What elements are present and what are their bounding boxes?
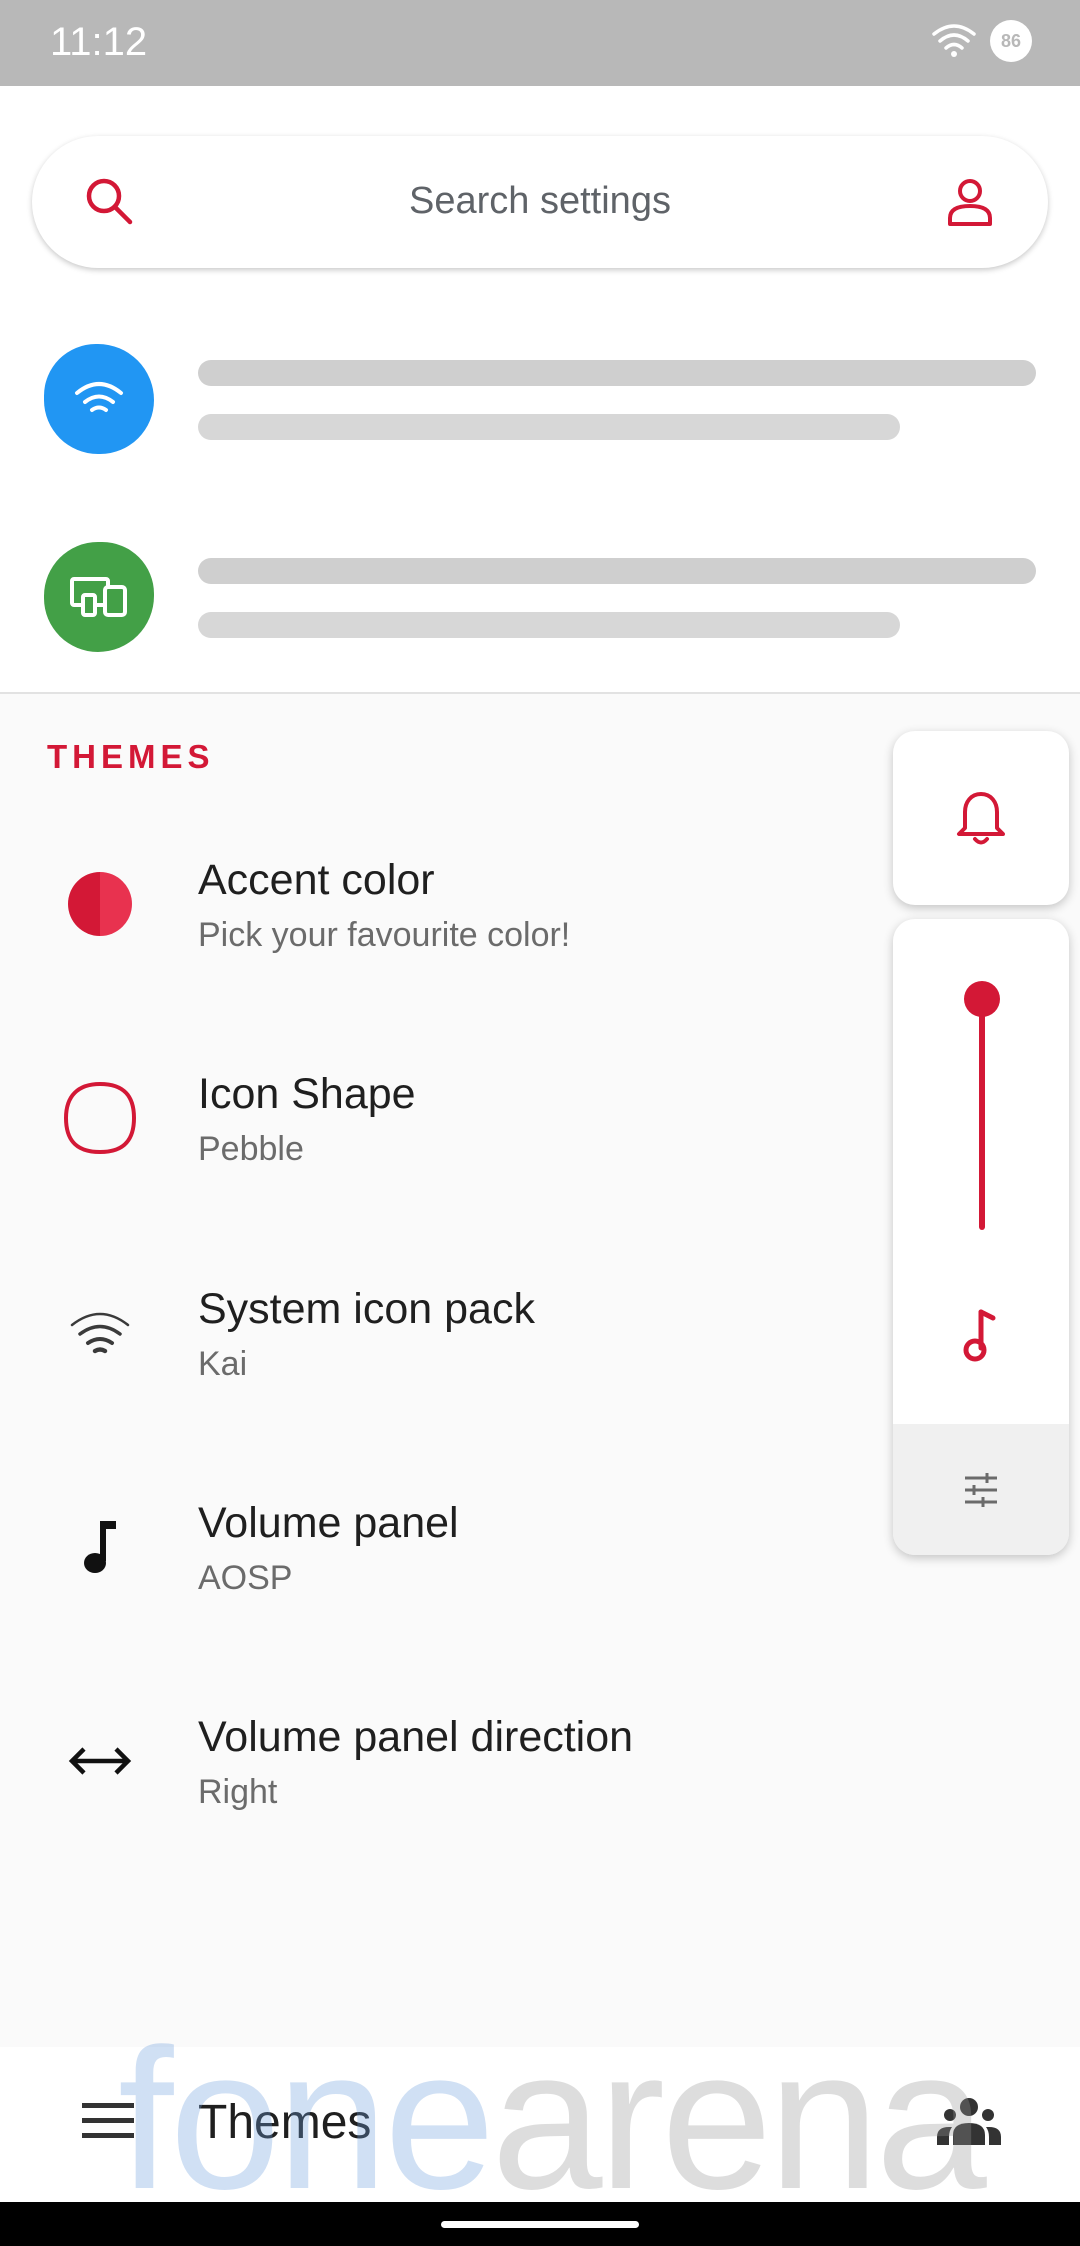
horizontal-arrows-icon (60, 1721, 140, 1801)
suggestion-placeholder-wifi[interactable] (0, 344, 1080, 464)
ringer-button[interactable] (893, 731, 1069, 905)
connected-devices-icon (44, 542, 154, 652)
menu-icon[interactable] (80, 2099, 136, 2143)
setting-subtitle: Pick your favourite color! (198, 916, 571, 954)
bell-icon (957, 792, 1005, 845)
section-header-themes: THEMES (47, 738, 215, 775)
wifi-icon (44, 344, 154, 454)
setting-title: Icon Shape (198, 1070, 416, 1118)
battery-level: 86 (1000, 30, 1022, 51)
status-bar: 11:12 86 (0, 0, 1080, 86)
volume-slider-thumb[interactable] (964, 981, 1000, 1017)
wifi-status-icon (932, 24, 976, 57)
setting-title: Volume panel direction (198, 1713, 634, 1761)
setting-accent-color[interactable]: Accent color Pick your favourite color! (0, 844, 870, 994)
setting-title: Accent color (198, 856, 435, 904)
accent-color-icon (60, 864, 140, 944)
setting-subtitle: Right (198, 1773, 278, 1811)
pebble-shape-icon (60, 1078, 140, 1158)
music-note-icon (60, 1507, 140, 1587)
setting-subtitle: Kai (198, 1345, 248, 1383)
volume-settings-button[interactable] (893, 1424, 1069, 1555)
setting-volume-panel[interactable]: Volume panel AOSP (0, 1487, 870, 1637)
volume-panel (893, 919, 1069, 1555)
music-note-icon[interactable] (951, 1304, 1011, 1364)
setting-title: System icon pack (198, 1285, 535, 1333)
sliders-icon (965, 1472, 997, 1507)
wifi-icon (60, 1293, 140, 1373)
page-title: Themes (198, 2096, 372, 2149)
status-time: 11:12 (50, 20, 148, 64)
account-icon[interactable] (942, 174, 998, 230)
setting-volume-panel-direction[interactable]: Volume panel direction Right (0, 1701, 870, 1851)
setting-subtitle: Pebble (198, 1130, 304, 1168)
volume-slider-track[interactable] (979, 999, 985, 1230)
setting-subtitle: AOSP (198, 1559, 293, 1597)
placeholder-line (198, 360, 1036, 386)
search-placeholder[interactable]: Search settings (32, 180, 1048, 223)
placeholder-line (198, 558, 1036, 584)
bottom-app-bar: Themes (0, 2047, 1080, 2202)
community-icon[interactable] (935, 2091, 1003, 2151)
setting-system-icon-pack[interactable]: System icon pack Kai (0, 1273, 870, 1423)
setting-icon-shape[interactable]: Icon Shape Pebble (0, 1058, 870, 1208)
placeholder-line (198, 414, 900, 440)
navigation-bar (0, 2202, 1080, 2246)
home-gesture-handle[interactable] (441, 2221, 639, 2228)
search-bar[interactable]: Search settings (32, 136, 1048, 268)
setting-title: Volume panel (198, 1499, 459, 1547)
placeholder-line (198, 612, 900, 638)
battery-icon: 86 (990, 20, 1032, 62)
suggestion-placeholder-devices[interactable] (0, 542, 1080, 662)
